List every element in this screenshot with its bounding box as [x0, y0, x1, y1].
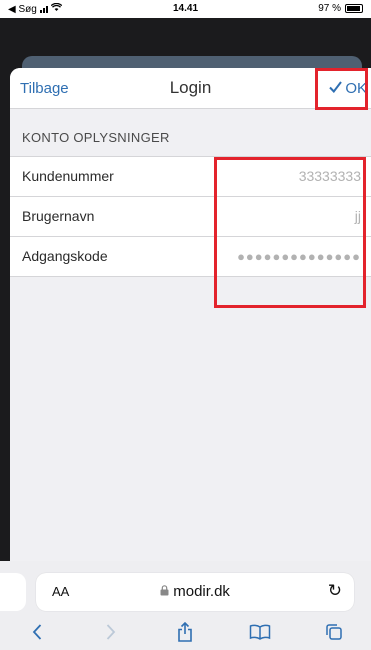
browser-toolbar [0, 613, 371, 650]
battery-percent: 97 % [318, 3, 341, 14]
field-label: Kundenummer [22, 168, 114, 184]
login-sheet: Tilbage Login OK KONTO OPLYSNINGER Kunde… [10, 68, 371, 594]
forward-icon[interactable] [91, 618, 131, 646]
field-label: Adgangskode [22, 248, 108, 264]
back-icon[interactable] [17, 618, 57, 646]
address-bar-area: AA modir.dk ↻ [0, 561, 371, 613]
url-text: modir.dk [173, 583, 230, 600]
clock: 14.41 [172, 3, 199, 14]
ok-highlight-box [315, 68, 368, 110]
field-label: Brugernavn [22, 208, 95, 224]
share-icon[interactable] [165, 618, 205, 646]
fields-highlight-box [214, 157, 366, 308]
tabs-icon[interactable] [314, 618, 354, 646]
lock-icon [160, 583, 173, 600]
bookmarks-icon[interactable] [240, 618, 280, 646]
previous-tab-chip[interactable] [0, 573, 26, 611]
battery-icon [345, 4, 363, 13]
address-bar[interactable]: AA modir.dk ↻ [36, 573, 354, 611]
status-right: 97 % [318, 3, 363, 14]
section-header: KONTO OPLYSNINGER [22, 130, 170, 145]
url-field[interactable]: modir.dk [36, 583, 354, 600]
reload-icon[interactable]: ↻ [328, 581, 342, 601]
status-bar: ◀ Søg 14.41 97 % [0, 0, 371, 18]
